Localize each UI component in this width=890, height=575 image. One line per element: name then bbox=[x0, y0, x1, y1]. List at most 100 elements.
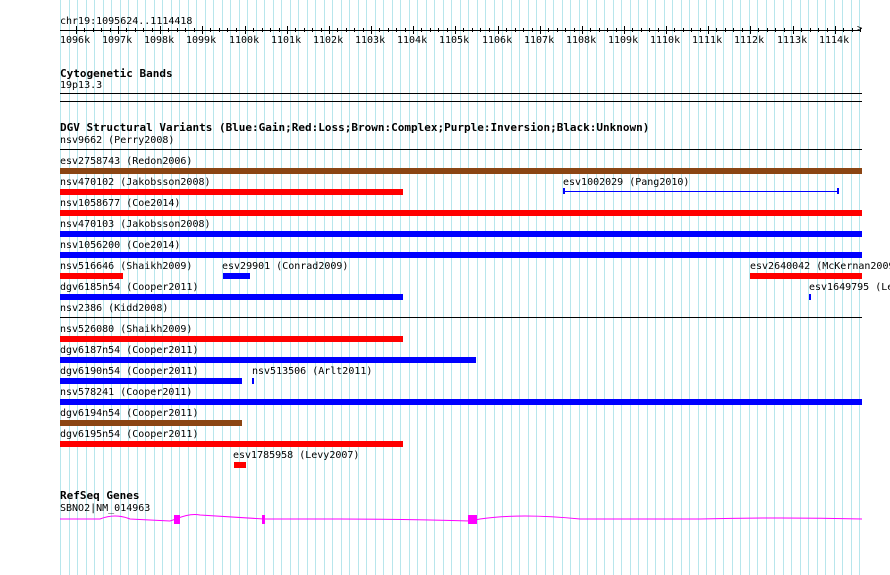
variant-feature-cap bbox=[837, 188, 839, 194]
variant-label[interactable]: nsv470102 (Jakobsson2008) bbox=[60, 177, 211, 188]
variant-feature[interactable] bbox=[60, 231, 862, 237]
variant-feature[interactable] bbox=[223, 273, 250, 279]
grid-line bbox=[502, 0, 503, 575]
variant-label[interactable]: esv2758743 (Redon2006) bbox=[60, 156, 192, 167]
variant-label[interactable]: nsv470103 (Jakobsson2008) bbox=[60, 219, 211, 230]
ruler-minor-tick bbox=[101, 28, 102, 32]
ruler-axis bbox=[60, 30, 860, 31]
variant-feature[interactable] bbox=[252, 378, 254, 384]
variant-label[interactable]: esv29901 (Conrad2009) bbox=[222, 261, 348, 272]
variant-feature[interactable] bbox=[60, 378, 242, 384]
ruler-minor-tick bbox=[616, 28, 617, 32]
variant-feature[interactable] bbox=[60, 357, 476, 363]
variant-feature[interactable] bbox=[750, 273, 862, 279]
grid-line bbox=[562, 0, 563, 575]
ruler-tick bbox=[835, 26, 836, 34]
variant-feature[interactable] bbox=[60, 441, 403, 447]
variant-label[interactable]: nsv516646 (Shaikh2009) bbox=[60, 261, 192, 272]
variant-feature[interactable] bbox=[809, 294, 811, 300]
grid-line bbox=[349, 0, 350, 575]
ruler-tick bbox=[624, 26, 625, 34]
grid-line bbox=[222, 0, 223, 575]
variant-feature[interactable] bbox=[564, 191, 839, 192]
ruler-minor-tick bbox=[733, 28, 734, 32]
grid-line bbox=[749, 0, 750, 575]
variant-label[interactable]: nsv526080 (Shaikh2009) bbox=[60, 324, 192, 335]
ruler-minor-tick bbox=[632, 28, 633, 32]
ruler-minor-tick bbox=[337, 28, 338, 32]
ruler-tick bbox=[76, 26, 77, 34]
variant-feature[interactable] bbox=[60, 399, 862, 405]
ruler-minor-tick bbox=[421, 28, 422, 32]
ruler-tick-label: 1105k bbox=[439, 35, 470, 46]
ruler-tick bbox=[666, 26, 667, 34]
ruler-minor-tick bbox=[84, 28, 85, 32]
ruler-minor-tick bbox=[185, 28, 186, 32]
variant-label[interactable]: esv2640042 (McKernan2009) bbox=[750, 261, 890, 272]
variant-feature[interactable] bbox=[60, 294, 403, 300]
variant-label[interactable]: nsv2386 (Kidd2008) bbox=[60, 303, 168, 314]
variant-feature[interactable] bbox=[60, 252, 862, 258]
variant-feature[interactable] bbox=[60, 273, 123, 279]
variant-feature[interactable] bbox=[60, 317, 862, 318]
grid-line bbox=[451, 0, 452, 575]
ruler-minor-tick bbox=[236, 28, 237, 32]
grid-line bbox=[630, 0, 631, 575]
grid-line bbox=[392, 0, 393, 575]
variant-feature[interactable] bbox=[60, 336, 403, 342]
variant-label[interactable]: nsv1058677 (Coe2014) bbox=[60, 198, 180, 209]
ruler-minor-tick bbox=[607, 28, 608, 32]
cytoband-track-title[interactable]: Cytogenetic Bands bbox=[60, 68, 173, 79]
grid-line bbox=[273, 0, 274, 575]
variant-label[interactable]: dgv6190n54 (Cooper2011) bbox=[60, 366, 198, 377]
variant-label[interactable]: dgv6195n54 (Cooper2011) bbox=[60, 429, 198, 440]
variant-label[interactable]: dgv6194n54 (Cooper2011) bbox=[60, 408, 198, 419]
grid-line bbox=[298, 0, 299, 575]
dgv-track-title[interactable]: DGV Structural Variants (Blue:Gain;Red:L… bbox=[60, 122, 649, 133]
ruler-minor-tick bbox=[480, 28, 481, 32]
ruler-tick bbox=[540, 26, 541, 34]
grid-line bbox=[256, 0, 257, 575]
refseq-track-title[interactable]: RefSeq Genes bbox=[60, 490, 139, 501]
variant-label[interactable]: nsv1056200 (Coe2014) bbox=[60, 240, 180, 251]
ruler-minor-tick bbox=[716, 28, 717, 32]
variant-label[interactable]: esv1785958 (Levy2007) bbox=[233, 450, 359, 461]
gene-exon[interactable] bbox=[174, 515, 180, 524]
grid-line bbox=[205, 0, 206, 575]
ruler-minor-tick bbox=[523, 28, 524, 32]
variant-feature[interactable] bbox=[60, 420, 242, 426]
ruler-minor-tick bbox=[177, 28, 178, 32]
variant-feature[interactable] bbox=[60, 210, 862, 216]
grid-line bbox=[536, 0, 537, 575]
grid-line bbox=[341, 0, 342, 575]
grid-line bbox=[324, 0, 325, 575]
ruler-tick-label: 1114k bbox=[819, 35, 850, 46]
grid-line bbox=[528, 0, 529, 575]
variant-feature[interactable] bbox=[234, 462, 246, 468]
grid-line bbox=[783, 0, 784, 575]
variant-feature[interactable] bbox=[60, 149, 862, 150]
ruler-minor-tick bbox=[725, 28, 726, 32]
variant-feature[interactable] bbox=[60, 168, 862, 174]
variant-label[interactable]: dgv6185n54 (Cooper2011) bbox=[60, 282, 198, 293]
variant-label[interactable]: nsv9662 (Perry2008) bbox=[60, 135, 174, 146]
ruler-minor-tick bbox=[312, 28, 313, 32]
ruler-minor-tick bbox=[860, 28, 861, 32]
ruler-tick-label: 1112k bbox=[734, 35, 765, 46]
gene-exon[interactable] bbox=[468, 515, 477, 524]
gene-exon[interactable] bbox=[262, 515, 265, 524]
ruler-minor-tick bbox=[742, 28, 743, 32]
grid-line bbox=[791, 0, 792, 575]
variant-label[interactable]: nsv513506 (Arlt2011) bbox=[252, 366, 372, 377]
ruler-minor-tick bbox=[126, 28, 127, 32]
variant-label[interactable]: dgv6187n54 (Cooper2011) bbox=[60, 345, 198, 356]
variant-label[interactable]: esv1649795 (Le bbox=[809, 282, 890, 293]
variant-feature[interactable] bbox=[60, 189, 403, 195]
ruler-tick bbox=[160, 26, 161, 34]
ruler-minor-tick bbox=[262, 28, 263, 32]
ruler-tick-label: 1101k bbox=[271, 35, 302, 46]
grid-line bbox=[732, 0, 733, 575]
variant-label[interactable]: esv1002029 (Pang2010) bbox=[563, 177, 689, 188]
gene-model[interactable] bbox=[0, 505, 890, 535]
variant-label[interactable]: nsv578241 (Cooper2011) bbox=[60, 387, 192, 398]
